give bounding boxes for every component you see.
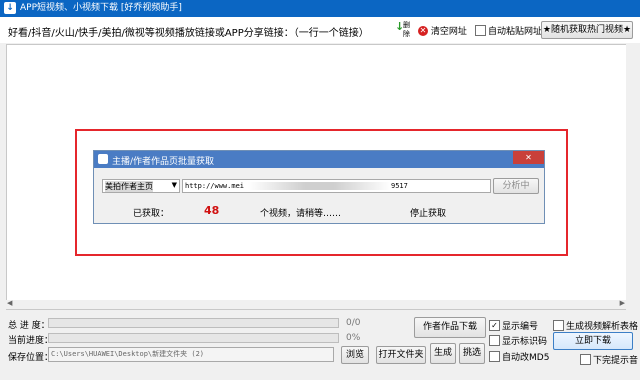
author-url-start: http://www.mei bbox=[185, 182, 245, 190]
current-progress-value: 0% bbox=[346, 333, 361, 343]
auto-paste-checkbox[interactable]: 自动粘贴网址 bbox=[475, 24, 542, 37]
fetch-status: 个视频，请稍等…… bbox=[260, 209, 342, 219]
title-bar: ↓ APP短视频、小视频下载 [好乔视频助手] bbox=[0, 0, 640, 17]
parse-table-check-icon bbox=[553, 320, 564, 331]
window-title: APP短视频、小视频下载 [好乔视频助手] bbox=[20, 3, 182, 13]
dialog-title-bar: 主播/作者作品页批量获取 ✕ bbox=[94, 151, 544, 168]
fetched-label: 已获取： bbox=[133, 209, 170, 219]
scroll-right-icon[interactable]: ▶ bbox=[620, 299, 625, 307]
generate-button[interactable]: 生成 bbox=[430, 343, 456, 364]
parse-table-label: 生成视频解析表格 bbox=[566, 322, 639, 332]
author-url-input[interactable]: http://www.mei 9517 bbox=[182, 179, 491, 193]
delete-label-2: 除 bbox=[403, 30, 410, 38]
dialog-title: 主播/作者作品页批量获取 bbox=[112, 157, 215, 167]
delete-label-1: 删 bbox=[403, 21, 410, 29]
fetched-count: 48 bbox=[204, 204, 220, 217]
source-select-value: 美拍作者主页 bbox=[105, 181, 153, 192]
browse-button[interactable]: 浏览 bbox=[341, 346, 369, 364]
show-number-label: 显示编号 bbox=[502, 322, 539, 332]
finish-sound-checkbox[interactable]: 下完提示音 bbox=[580, 353, 638, 366]
auto-md5-check-icon bbox=[489, 351, 500, 362]
show-number-checkbox[interactable]: ✓ 显示编号 bbox=[489, 319, 538, 332]
auto-paste-label: 自动粘贴网址 bbox=[488, 27, 543, 37]
total-progress-label: 总 进 度： bbox=[8, 321, 50, 331]
current-progress-label: 当前进度： bbox=[8, 336, 54, 346]
clear-urls-label: 清空网址 bbox=[430, 27, 467, 37]
show-tag-check-icon bbox=[489, 335, 500, 346]
url-redaction bbox=[248, 182, 391, 190]
save-path-input[interactable]: C:\Users\HUAWEI\Desktop\新建文件夹 (2) bbox=[48, 347, 334, 362]
current-progress-bar bbox=[48, 333, 339, 343]
auto-paste-check-icon bbox=[475, 25, 486, 36]
source-select[interactable]: 美拍作者主页 ▼ bbox=[102, 179, 180, 193]
finish-sound-check-icon bbox=[580, 354, 591, 365]
chevron-down-icon: ▼ bbox=[171, 181, 177, 189]
show-tag-checkbox[interactable]: 显示标识码 bbox=[489, 334, 547, 347]
pick-button[interactable]: 挑选 bbox=[459, 343, 485, 364]
save-path-value: C:\Users\HUAWEI\Desktop\新建文件夹 (2) bbox=[51, 350, 205, 358]
author-download-button[interactable]: 作者作品下载 bbox=[414, 317, 486, 338]
scroll-left-icon[interactable]: ◀ bbox=[7, 299, 12, 307]
parse-table-checkbox[interactable]: 生成视频解析表格 bbox=[553, 319, 638, 332]
url-prompt-label: 好看/抖音/火山/快手/美拍/微视等视频播放链接或APP分享链接：（一行一个链接… bbox=[8, 28, 369, 39]
total-progress-value: 0/0 bbox=[346, 318, 361, 328]
download-now-button[interactable]: 立即下载 bbox=[553, 332, 633, 350]
show-number-check-icon: ✓ bbox=[489, 320, 500, 331]
random-hot-video-button[interactable]: ★随机获取热门视频★ bbox=[541, 21, 633, 39]
dialog-close-button[interactable]: ✕ bbox=[513, 151, 544, 164]
horizontal-scrollbar[interactable]: ◀ ▶ bbox=[6, 299, 626, 309]
batch-fetch-dialog: 主播/作者作品页批量获取 ✕ 美拍作者主页 ▼ http://www.mei 9… bbox=[93, 150, 545, 224]
clear-icon: ✕ bbox=[418, 25, 428, 36]
vertical-scrollbar[interactable] bbox=[626, 44, 634, 310]
stop-fetch-button[interactable]: 停止获取 bbox=[410, 206, 446, 219]
author-url-end: 9517 bbox=[391, 182, 408, 190]
auto-md5-label: 自动改MD5 bbox=[502, 353, 550, 363]
dialog-app-icon bbox=[98, 154, 108, 164]
auto-md5-checkbox[interactable]: 自动改MD5 bbox=[489, 350, 549, 363]
top-toolbar: 好看/抖音/火山/快手/美拍/微视等视频播放链接或APP分享链接：（一行一个链接… bbox=[0, 17, 640, 43]
app-icon: ↓ bbox=[4, 2, 16, 14]
finish-sound-label: 下完提示音 bbox=[593, 356, 639, 366]
analyze-button[interactable]: 分析中 bbox=[493, 178, 539, 194]
show-tag-label: 显示标识码 bbox=[502, 337, 548, 347]
open-folder-button[interactable]: 打开文件夹 bbox=[376, 346, 426, 364]
total-progress-bar bbox=[48, 318, 339, 328]
save-location-label: 保存位置： bbox=[8, 353, 54, 363]
delete-button[interactable]: ↓ 删 除 bbox=[395, 20, 410, 40]
clear-urls-button[interactable]: ✕ 清空网址 bbox=[418, 24, 467, 37]
